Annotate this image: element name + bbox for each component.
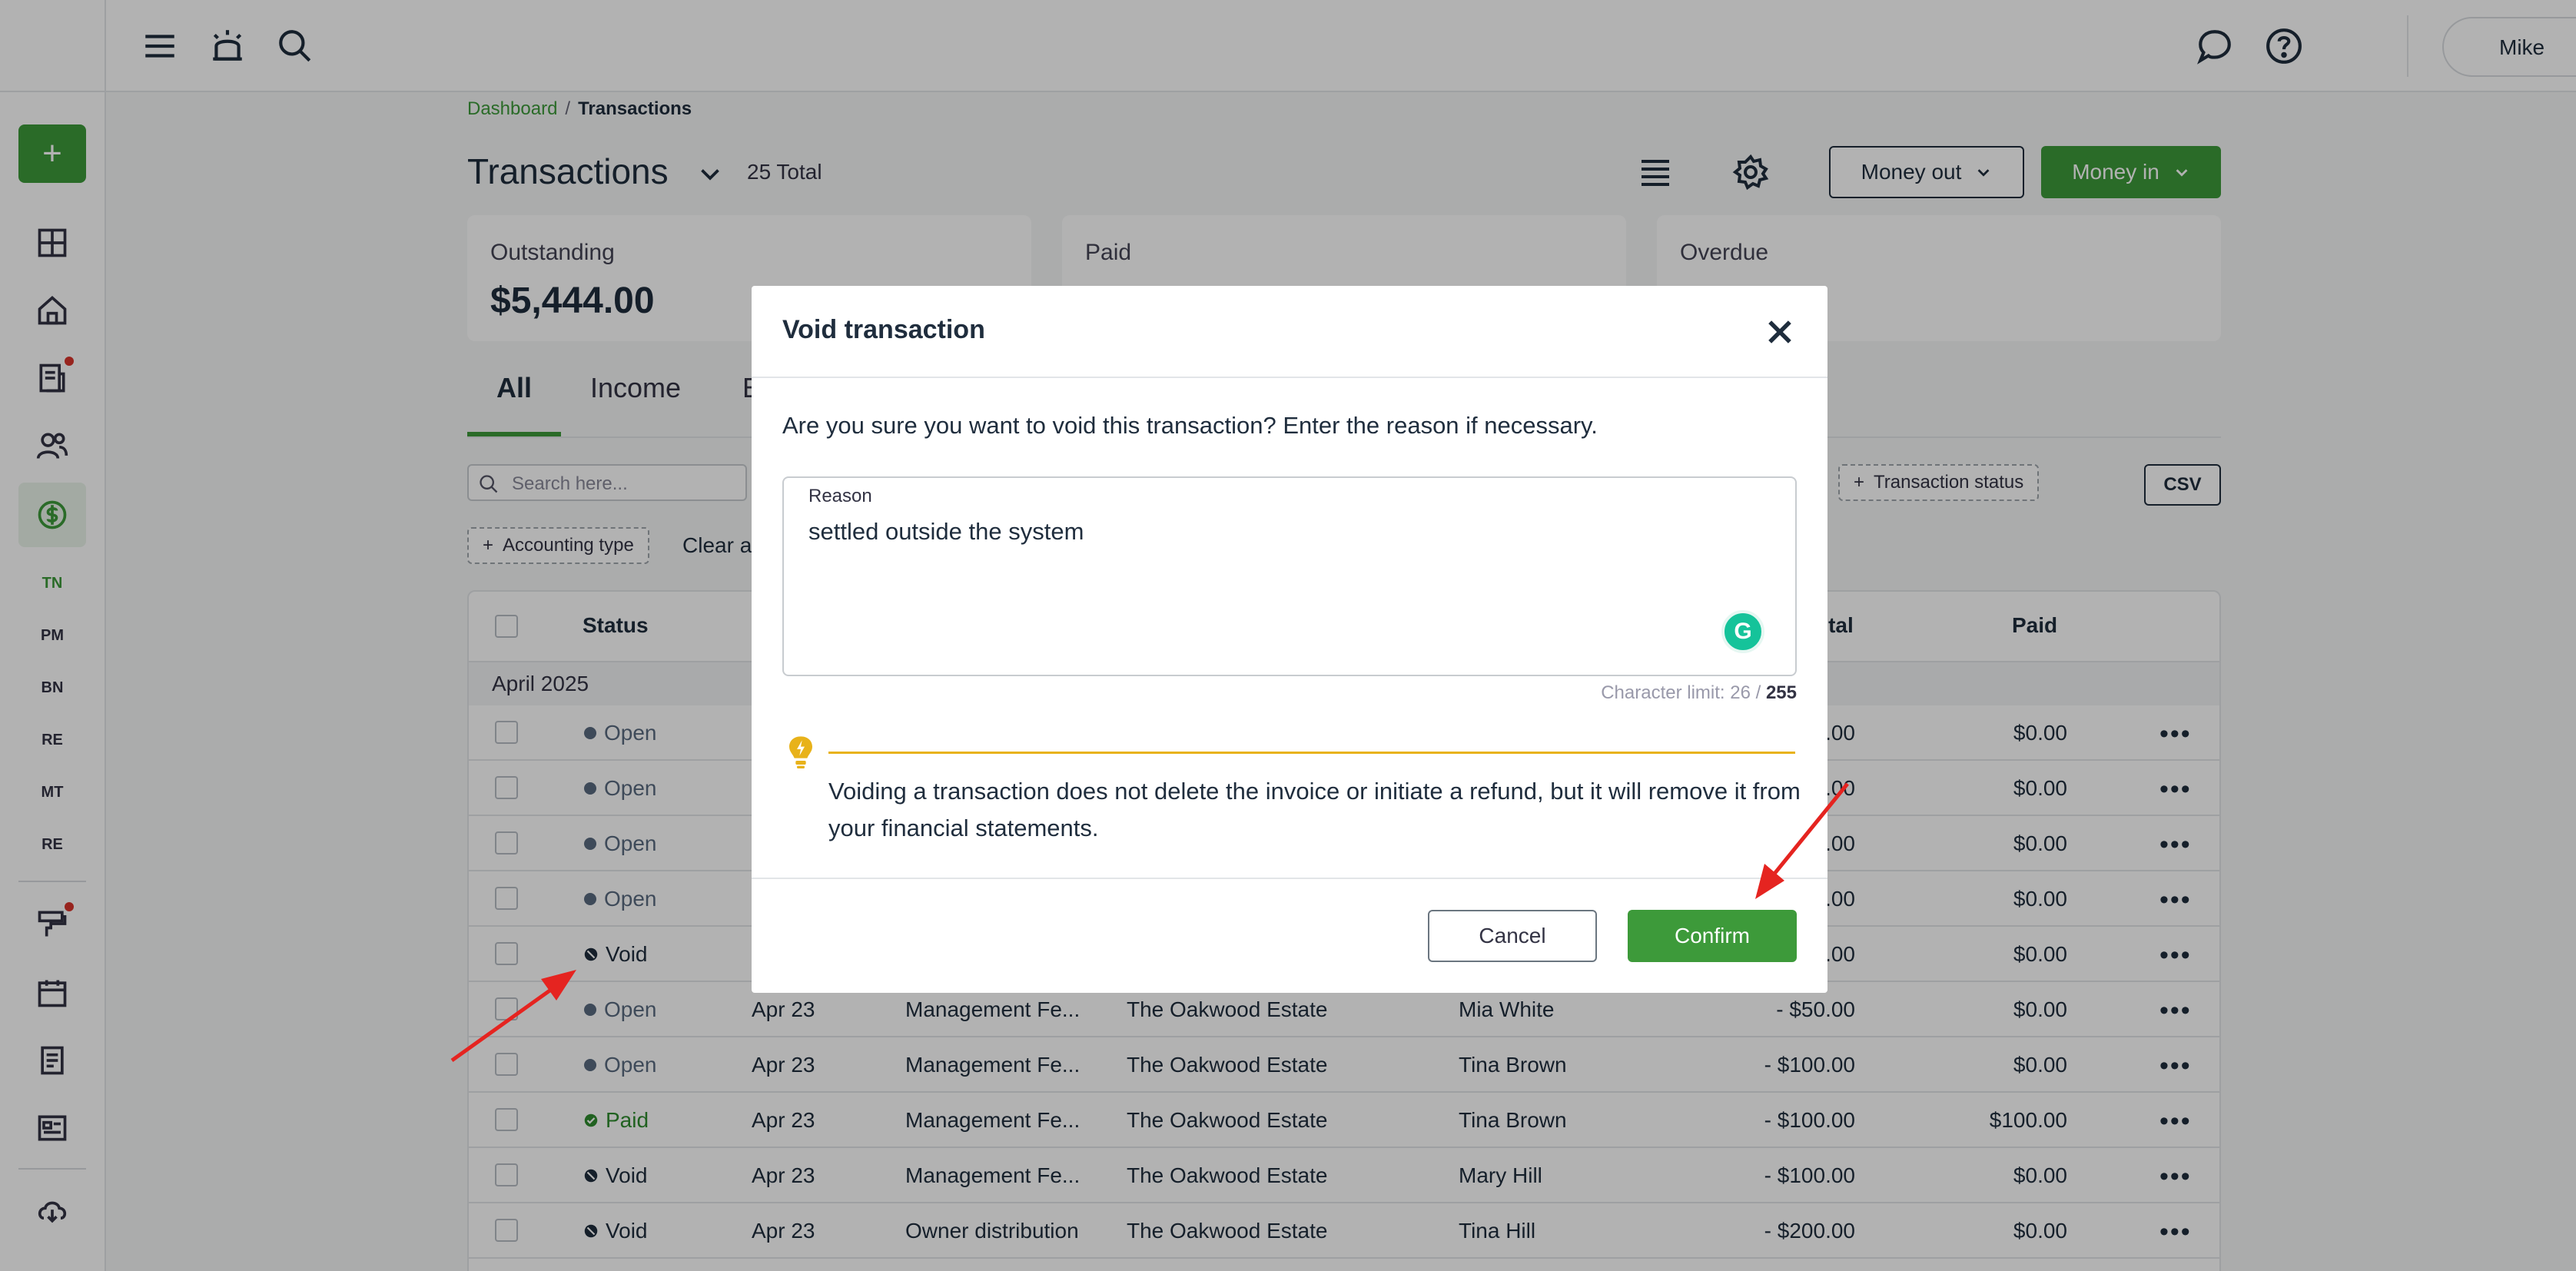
- close-icon[interactable]: [1763, 315, 1797, 349]
- modal-question: Are you sure you want to void this trans…: [782, 412, 1598, 439]
- reason-textarea[interactable]: Reason settled outside the system G: [782, 476, 1797, 676]
- confirm-button[interactable]: Confirm: [1628, 910, 1797, 962]
- void-transaction-modal: Void transaction Are you sure you want t…: [752, 286, 1827, 993]
- lightbulb-icon: [789, 736, 812, 768]
- modal-title: Void transaction: [782, 315, 985, 344]
- cancel-button[interactable]: Cancel: [1428, 910, 1597, 962]
- char-limit-prefix: Character limit: 26 /: [1601, 682, 1761, 703]
- modal-header: Void transaction: [752, 286, 1827, 378]
- char-limit-max: 255: [1765, 682, 1797, 703]
- warning-divider: [828, 752, 1795, 754]
- reason-label: Reason: [808, 486, 872, 506]
- grammarly-icon[interactable]: G: [1721, 610, 1764, 653]
- warning-text: Voiding a transaction does not delete th…: [828, 778, 1801, 841]
- character-limit: Character limit: 26 / 255: [1601, 682, 1797, 704]
- modal-footer-divider: [752, 878, 1827, 879]
- reason-value: settled outside the system: [808, 518, 1084, 545]
